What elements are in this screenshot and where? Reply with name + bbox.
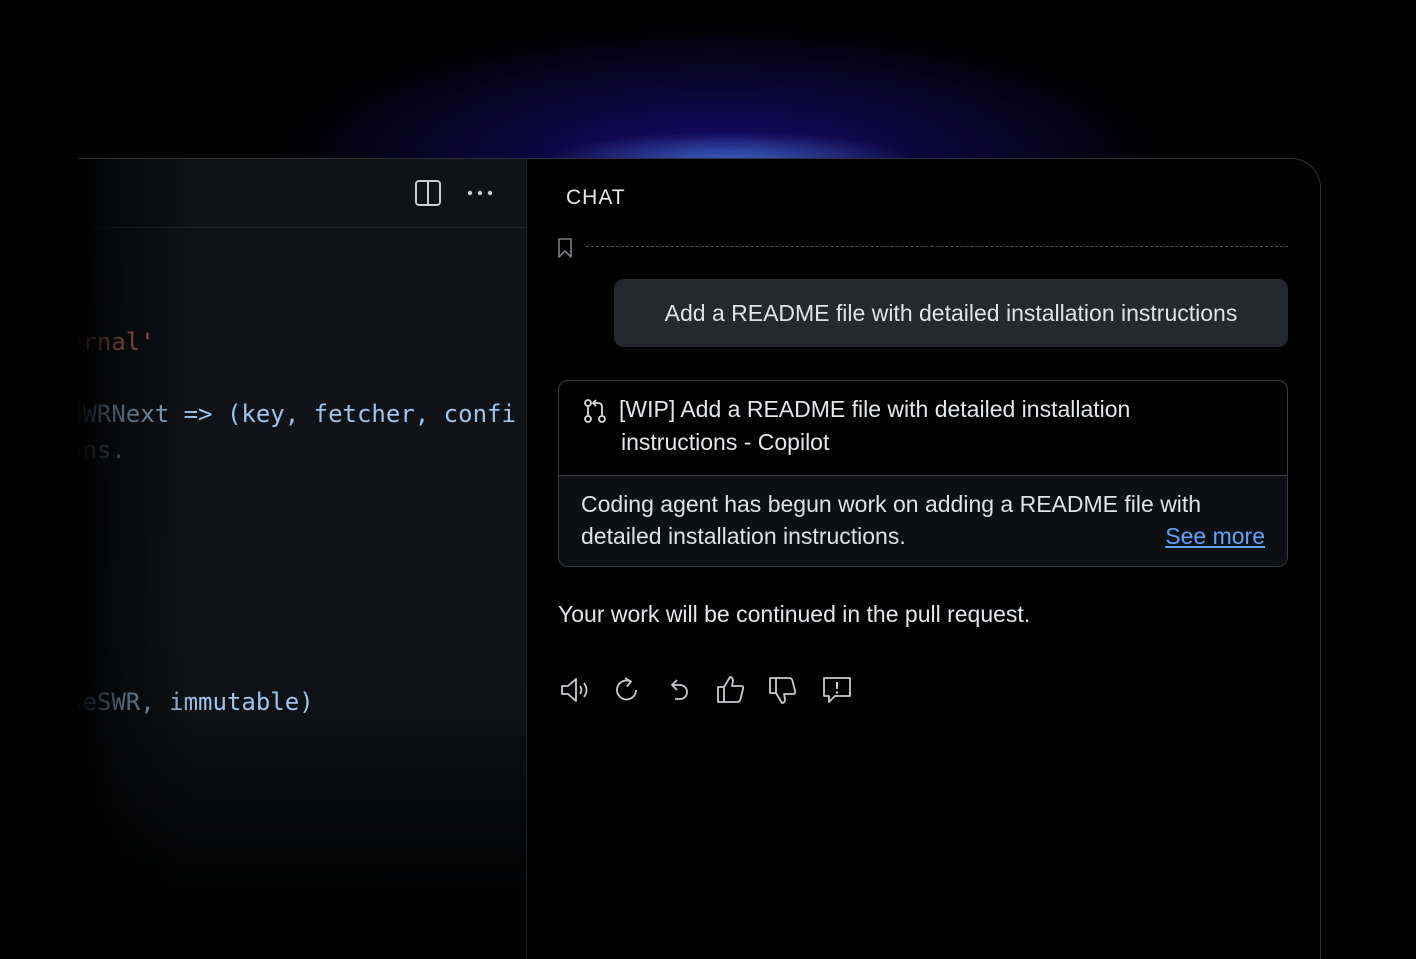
see-more-link[interactable]: See more — [1165, 520, 1265, 552]
pull-request-card: [WIP] Add a README file with detailed in… — [558, 380, 1288, 567]
code-editor: ernal' SWRNext => (key, fetcher, confi o… — [78, 159, 527, 959]
more-actions-icon[interactable] — [465, 179, 495, 207]
user-message-text: Add a README file with detailed installa… — [664, 299, 1238, 326]
editor-fade-overlay — [78, 159, 526, 959]
chat-panel: CHAT Add a README file with detailed ins… — [526, 159, 1320, 959]
code-line: SWRNext => (key, fetcher, confi — [78, 400, 516, 428]
user-message-bubble: Add a README file with detailed installa… — [614, 279, 1288, 347]
retry-icon[interactable] — [610, 673, 644, 707]
pull-request-title: [WIP] Add a README file with detailed in… — [619, 396, 1131, 422]
code-line: ernal' — [78, 328, 155, 356]
split-editor-icon[interactable] — [414, 179, 442, 207]
undo-icon[interactable] — [662, 673, 696, 707]
pull-request-icon — [584, 399, 606, 423]
thumbs-up-icon[interactable] — [714, 673, 748, 707]
editor-toolbar — [78, 159, 526, 228]
code-line: seSWR, immutable) — [78, 688, 314, 716]
report-icon[interactable] — [820, 673, 854, 707]
code-line: ons. — [78, 436, 126, 464]
thumbs-down-icon[interactable] — [766, 673, 800, 707]
pull-request-header[interactable]: [WIP] Add a README file with detailed in… — [559, 381, 1287, 476]
checkpoint-divider — [586, 246, 1288, 247]
bookmark-icon[interactable] — [556, 237, 574, 259]
pull-request-title-cont: instructions - Copilot — [621, 429, 830, 455]
app-window: ernal' SWRNext => (key, fetcher, confi o… — [78, 158, 1321, 959]
chat-title: CHAT — [566, 186, 626, 209]
pull-request-body: Coding agent has begun work on adding a … — [559, 476, 1287, 566]
code-line: ) — [78, 579, 82, 609]
assistant-response: Your work will be continued in the pull … — [558, 601, 1031, 627]
read-aloud-icon[interactable] — [558, 673, 592, 707]
